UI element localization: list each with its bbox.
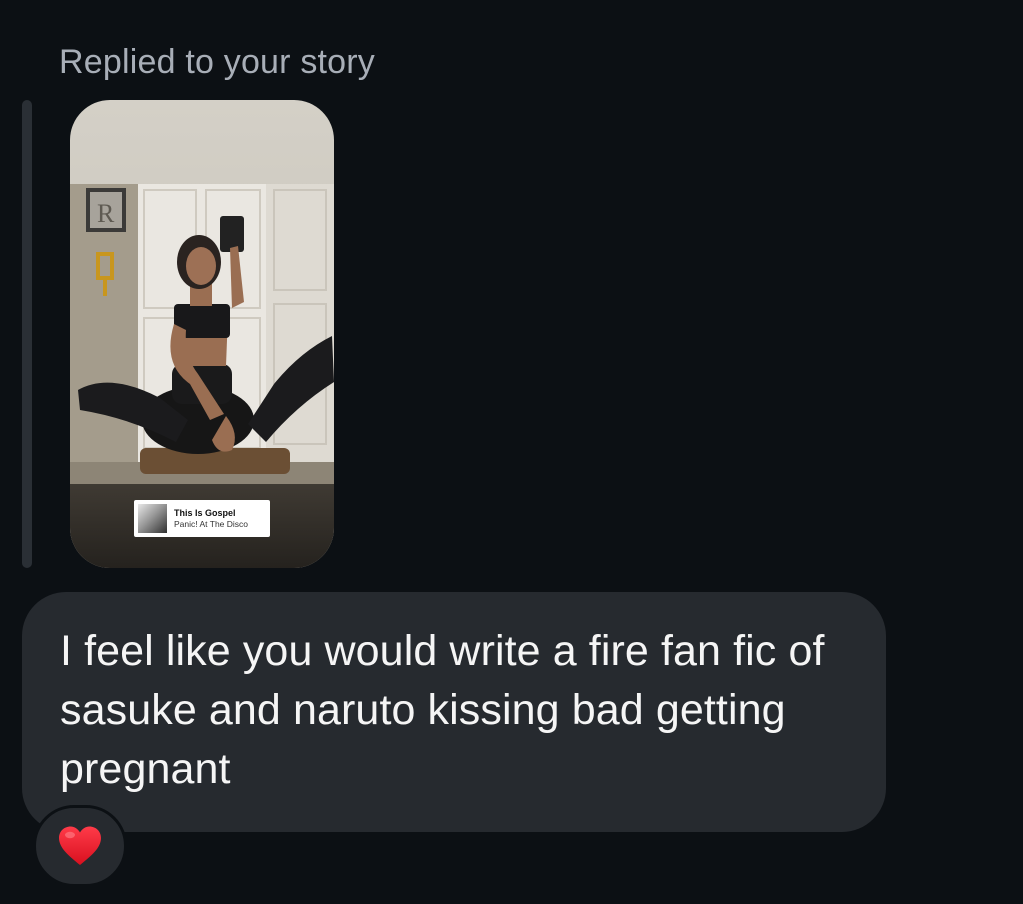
song-title: This Is Gospel: [174, 507, 236, 518]
heart-icon: [59, 826, 101, 865]
reply-quote-bar: [22, 100, 32, 568]
svg-text:R: R: [97, 199, 115, 228]
message-bubble[interactable]: I feel like you would write a fire fan f…: [22, 592, 886, 832]
heart-reaction[interactable]: [33, 805, 127, 887]
message-text: I feel like you would write a fire fan f…: [60, 627, 825, 793]
replied-to-story-label: Replied to your story: [59, 43, 376, 81]
story-photo-illustration: R: [70, 184, 334, 484]
music-sticker[interactable]: This Is Gospel Panic! At The Disco: [134, 500, 270, 537]
story-photo: R: [70, 184, 334, 484]
album-art-thumbnail: [138, 504, 167, 533]
story-preview[interactable]: R This Is Gospel Panic! At The Disco: [70, 100, 334, 568]
song-artist: Panic! At The Disco: [174, 518, 249, 529]
